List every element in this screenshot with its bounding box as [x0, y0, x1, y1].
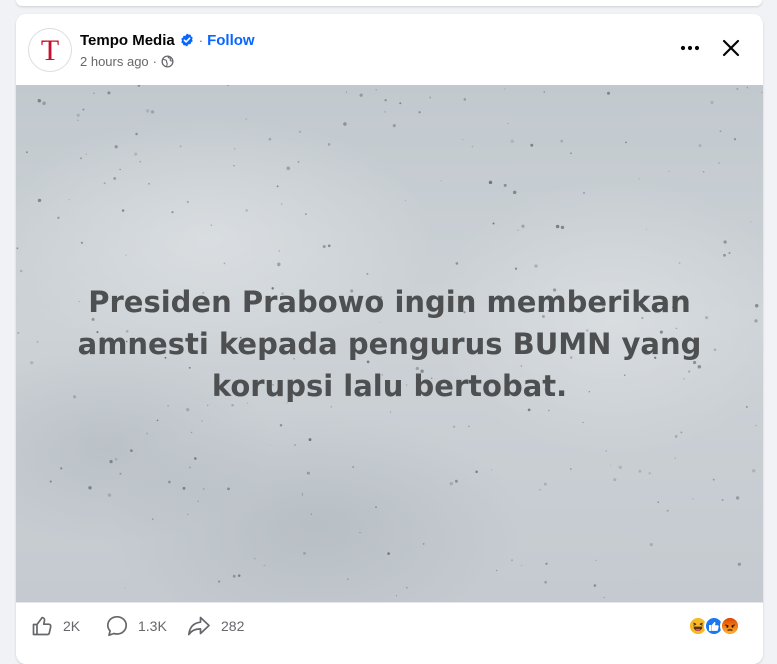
globe-icon[interactable] — [161, 54, 174, 68]
post-actions-bar: 2K 1.3K 282 — [16, 602, 763, 652]
like-count: 2K — [63, 618, 81, 634]
close-icon[interactable] — [714, 32, 748, 64]
title-separator: · — [198, 32, 204, 48]
angry-reaction-icon — [720, 616, 740, 636]
like-button[interactable]: 2K — [30, 613, 80, 639]
share-arrow-icon — [187, 616, 210, 636]
post-image[interactable]: Presiden Prabowo ingin memberikan amnest… — [16, 85, 763, 602]
follow-button[interactable]: Follow — [207, 32, 255, 49]
avatar-letter: T — [40, 34, 60, 67]
previous-post-card-edge — [16, 0, 762, 6]
post-timestamp[interactable]: 2 hours ago — [80, 54, 149, 69]
image-text-line: amnesti kepada pengurus BUMN yang — [77, 327, 702, 361]
comment-bubble-icon — [106, 615, 128, 637]
post-header: T Tempo Media · Follow 2 hours ago · — [16, 14, 763, 84]
page-name-link[interactable]: Tempo Media — [80, 32, 175, 49]
image-text-line: Presiden Prabowo ingin memberikan — [88, 285, 691, 319]
post-title-line: Tempo Media · Follow — [80, 29, 255, 51]
image-caption-text: Presiden Prabowo ingin memberikan amnest… — [16, 281, 763, 407]
meta-separator: · — [152, 53, 158, 69]
post-meta-line: 2 hours ago · — [80, 52, 174, 70]
page-avatar[interactable]: T — [28, 28, 72, 72]
reactions-summary[interactable] — [688, 615, 740, 637]
post-card: T Tempo Media · Follow 2 hours ago · Pre… — [16, 14, 763, 664]
image-text-line: korupsi lalu bertobat. — [211, 369, 568, 403]
share-count: 282 — [221, 618, 245, 634]
comment-button[interactable]: 1.3K — [105, 613, 167, 639]
thumbs-up-icon — [32, 616, 52, 636]
verified-badge-icon — [180, 33, 194, 47]
comment-count: 1.3K — [138, 618, 167, 634]
share-button[interactable]: 282 — [186, 613, 244, 639]
more-options-icon[interactable] — [674, 34, 706, 62]
